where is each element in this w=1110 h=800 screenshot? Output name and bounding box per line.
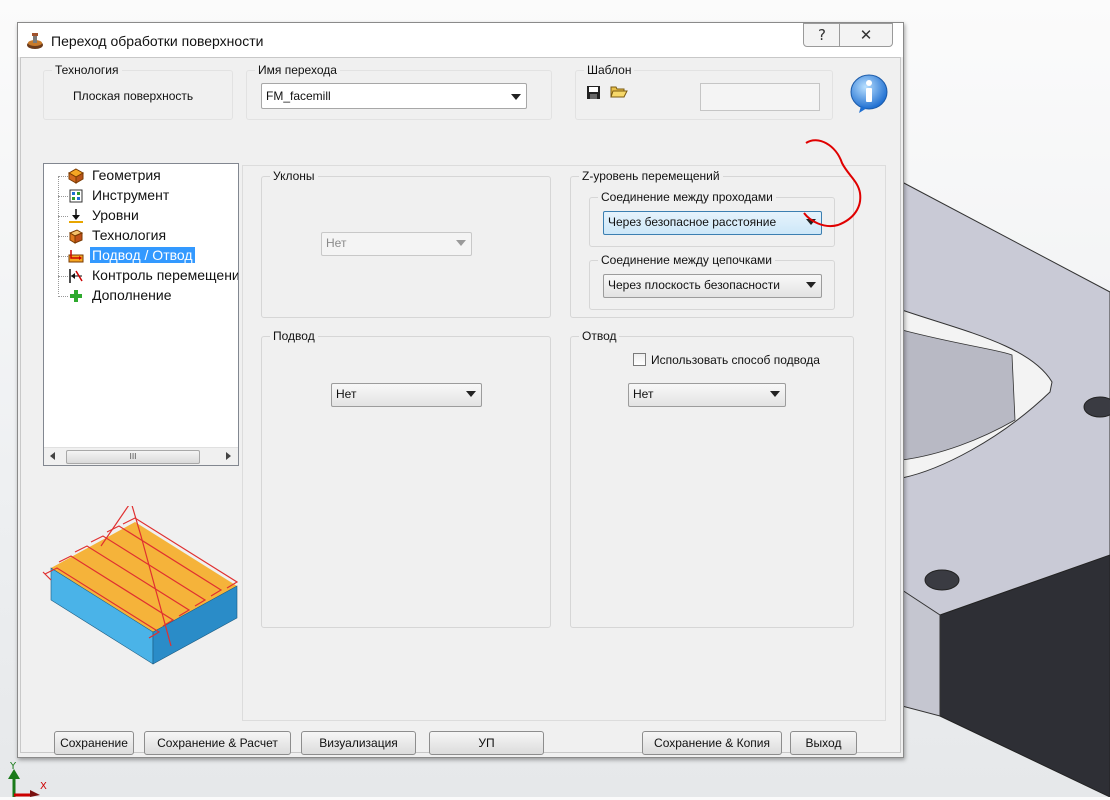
step-name-value: FM_facemill [266, 89, 331, 103]
approach-value: Нет [336, 387, 357, 401]
tree-connector [58, 296, 68, 297]
save-copy-button[interactable]: Сохранение & Копия [642, 731, 782, 755]
step-name-group: Имя перехода FM_facemill [246, 63, 552, 120]
save-icon[interactable] [586, 85, 601, 100]
tree-connector [58, 196, 68, 197]
slopes-value: Нет [326, 236, 347, 250]
visualize-button[interactable]: Визуализация [301, 731, 416, 755]
approach-group: Подвод Нет [261, 329, 551, 628]
between-chains-group: Соединение между цепочками Через плоскос… [589, 253, 835, 310]
red-annotation-mark [803, 139, 862, 227]
tree-item-label: Геометрия [92, 167, 161, 183]
nc-button[interactable]: УП [429, 731, 544, 755]
template-title: Шаблон [584, 63, 635, 77]
geometry-icon [68, 168, 84, 184]
surface-machining-dialog: Переход обработки поверхности ? ✕ Технол… [17, 22, 904, 758]
lead-in-out-preview-image [42, 506, 239, 665]
use-approach-label[interactable]: Использовать способ подвода [651, 353, 820, 367]
chevron-down-icon [456, 240, 466, 246]
dialog-title: Переход обработки поверхности [51, 33, 264, 49]
tree-item-label: Инструмент [92, 187, 170, 203]
tree-item-label-selected: Подвод / Отвод [90, 247, 195, 263]
technology-group-title: Технология [52, 63, 122, 77]
retract-combobox[interactable]: Нет [628, 383, 786, 407]
slopes-group: Уклоны Нет [261, 169, 551, 318]
info-icon[interactable] [849, 72, 889, 114]
title-bar[interactable]: Переход обработки поверхности ? ✕ [18, 23, 903, 57]
retract-group-title: Отвод [579, 329, 620, 343]
template-group: Шаблон [575, 63, 833, 120]
tree-connector [58, 276, 68, 277]
tree-connector [58, 216, 68, 217]
slopes-group-title: Уклоны [270, 169, 318, 183]
between-chains-title: Соединение между цепочками [598, 253, 775, 267]
approach-combobox[interactable]: Нет [331, 383, 482, 407]
retract-value: Нет [633, 387, 654, 401]
retract-group: Отвод Использовать способ подвода Нет [570, 329, 854, 628]
between-passes-value: Через безопасное расстояние [608, 215, 777, 229]
tree-connector [58, 236, 68, 237]
close-icon: ✕ [859, 26, 873, 44]
plus-icon [70, 290, 82, 302]
help-button[interactable]: ? [803, 23, 841, 47]
motion-control-icon [69, 269, 83, 283]
chevron-down-icon [770, 391, 780, 397]
app-icon [27, 33, 43, 49]
axis-x-label: X [40, 781, 47, 792]
lead-in-out-icon [68, 250, 84, 263]
between-chains-combobox[interactable]: Через плоскость безопасности [603, 274, 822, 298]
tree-item-label: Дополнение [92, 287, 172, 303]
between-passes-title: Соединение между проходами [598, 190, 776, 204]
chevron-down-icon [511, 94, 521, 100]
levels-icon [69, 209, 83, 223]
help-icon: ? [818, 26, 826, 44]
axis-triad: Y X [6, 761, 56, 797]
technology-icon [68, 229, 84, 244]
scroll-thumb[interactable]: III [66, 450, 200, 464]
close-button[interactable]: ✕ [839, 23, 893, 47]
technology-value: Плоская поверхность [73, 89, 194, 103]
open-folder-icon[interactable] [610, 84, 628, 99]
step-name-combobox[interactable]: FM_facemill [261, 83, 527, 109]
use-approach-checkbox[interactable] [633, 353, 646, 366]
z-level-group-title: Z-уровень перемещений [579, 169, 723, 183]
tree-item-label: Контроль перемещений [92, 267, 239, 283]
approach-group-title: Подвод [270, 329, 318, 343]
navigation-tree[interactable]: Геометрия Инструмент Уровни Технология П… [43, 163, 239, 466]
scroll-left-icon[interactable] [50, 452, 55, 460]
tree-item-label: Технология [92, 227, 167, 243]
tree-horizontal-scrollbar[interactable]: III [44, 447, 238, 465]
tool-icon [69, 189, 83, 203]
save-button[interactable]: Сохранение [54, 731, 134, 755]
save-calc-button[interactable]: Сохранение & Расчет [144, 731, 291, 755]
between-chains-value: Через плоскость безопасности [608, 278, 780, 292]
template-field[interactable] [700, 83, 820, 111]
scroll-right-icon[interactable] [226, 452, 231, 460]
tree-connector [58, 256, 68, 257]
chevron-down-icon [466, 391, 476, 397]
tree-connector [58, 176, 68, 177]
axis-y-label: Y [10, 761, 17, 772]
dialog-client-area: Технология Плоская поверхность Имя перех… [20, 57, 901, 755]
technology-group: Технология Плоская поверхность [43, 63, 233, 120]
exit-button[interactable]: Выход [790, 731, 857, 755]
tree-item-label: Уровни [92, 207, 139, 223]
slopes-combobox: Нет [321, 232, 472, 256]
chevron-down-icon [806, 282, 816, 288]
step-name-title: Имя перехода [255, 63, 340, 77]
